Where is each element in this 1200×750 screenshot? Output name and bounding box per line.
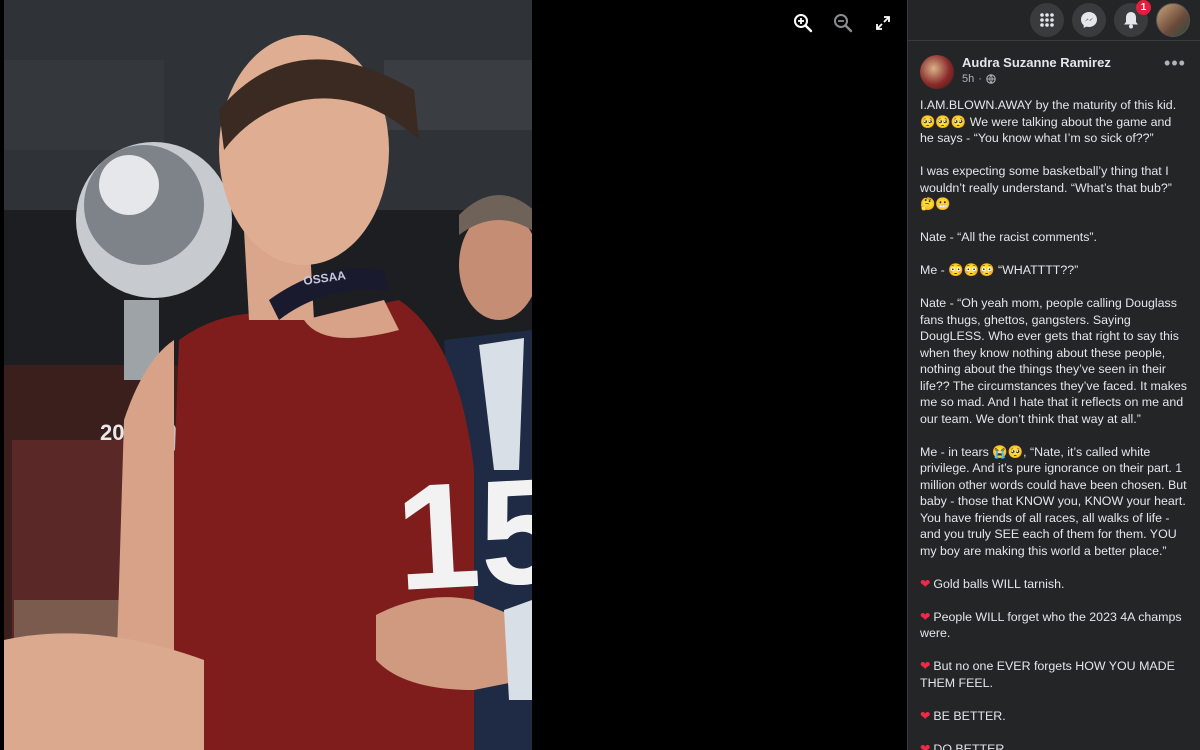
heart-line-text: Gold balls WILL tarnish. bbox=[933, 576, 1065, 591]
menu-button[interactable] bbox=[1030, 3, 1064, 37]
jersey-number: 15 bbox=[392, 445, 532, 622]
zoom-out-button[interactable] bbox=[830, 10, 856, 36]
post-photo[interactable]: 20 OSSAA 15 bbox=[4, 0, 532, 750]
heart-line-text: But no one EVER forgets HOW YOU MADE THE… bbox=[920, 659, 1175, 690]
heart-icon: ❤ bbox=[920, 659, 931, 673]
author-avatar[interactable] bbox=[920, 55, 954, 89]
trophy-plate-text: 20 bbox=[100, 420, 124, 445]
heart-line-text: BE BETTER. bbox=[933, 708, 1006, 723]
heart-line: ❤ People WILL forget who the 2023 4A cham… bbox=[920, 609, 1188, 642]
post-paragraph: I was expecting some basketball’y thing … bbox=[920, 164, 1172, 211]
heart-line: ❤ But no one EVER forgets HOW YOU MADE TH… bbox=[920, 658, 1188, 691]
zoom-in-button[interactable] bbox=[790, 10, 816, 36]
heart-line-text: People WILL forget who the 2023 4A champ… bbox=[920, 609, 1182, 641]
author-meta: Audra Suzanne Ramirez 5h · bbox=[962, 55, 1162, 85]
messenger-icon bbox=[1081, 12, 1097, 28]
photo-viewer: 20 OSSAA 15 bbox=[0, 0, 907, 750]
author-name[interactable]: Audra Suzanne Ramirez bbox=[962, 55, 1162, 70]
heart-line: ❤ BE BETTER. bbox=[920, 708, 1188, 725]
notifications-count-badge: 1 bbox=[1136, 0, 1151, 15]
zoom-in-icon bbox=[794, 14, 813, 33]
top-navigation: 1 bbox=[908, 0, 1200, 41]
heart-icon: ❤ bbox=[920, 708, 931, 723]
post-paragraph: Nate - “Oh yeah mom, people calling Doug… bbox=[920, 296, 1187, 426]
post-more-button[interactable]: ••• bbox=[1162, 53, 1188, 74]
post-text: I.AM.BLOWN.AWAY by the maturity of this … bbox=[908, 95, 1200, 750]
notifications-button[interactable]: 1 bbox=[1114, 0, 1151, 37]
heart-icon: ❤ bbox=[920, 576, 931, 591]
heart-line: ❤ DO BETTER. bbox=[920, 741, 1188, 750]
messenger-button[interactable] bbox=[1072, 3, 1106, 37]
grid-menu-icon bbox=[1040, 13, 1054, 27]
viewer-controls bbox=[790, 10, 896, 36]
post-paragraph: Me - in tears 😭🥺, “Nate, it’s called whi… bbox=[920, 444, 1187, 558]
photo-illustration: 20 OSSAA 15 bbox=[4, 0, 532, 750]
post-time-text: 5h bbox=[962, 73, 975, 85]
bell-icon bbox=[1124, 12, 1138, 29]
heart-line: ❤ Gold balls WILL tarnish. bbox=[920, 576, 1188, 593]
post-side-panel: 1 Audra Suzanne Ramirez 5h · ••• I.AM.BL… bbox=[907, 0, 1200, 750]
fullscreen-button[interactable] bbox=[870, 10, 896, 36]
expand-arrows-icon bbox=[876, 16, 890, 30]
heart-line-text: DO BETTER. bbox=[933, 741, 1008, 750]
ellipsis-icon: ••• bbox=[1164, 53, 1186, 73]
globe-icon bbox=[986, 74, 996, 84]
post-paragraph: Me - 😳😳😳 “WHATTTT??” bbox=[920, 263, 1079, 277]
post-paragraph: Nate - “All the racist comments”. bbox=[920, 230, 1097, 244]
zoom-out-icon bbox=[834, 14, 853, 33]
post-header: Audra Suzanne Ramirez 5h · ••• bbox=[908, 41, 1200, 95]
heart-icon: ❤ bbox=[920, 741, 931, 750]
account-avatar[interactable] bbox=[1156, 3, 1190, 37]
post-paragraph: I.AM.BLOWN.AWAY by the maturity of this … bbox=[920, 98, 1177, 145]
heart-icon: ❤ bbox=[920, 609, 931, 624]
post-timestamp[interactable]: 5h · bbox=[962, 73, 1162, 85]
